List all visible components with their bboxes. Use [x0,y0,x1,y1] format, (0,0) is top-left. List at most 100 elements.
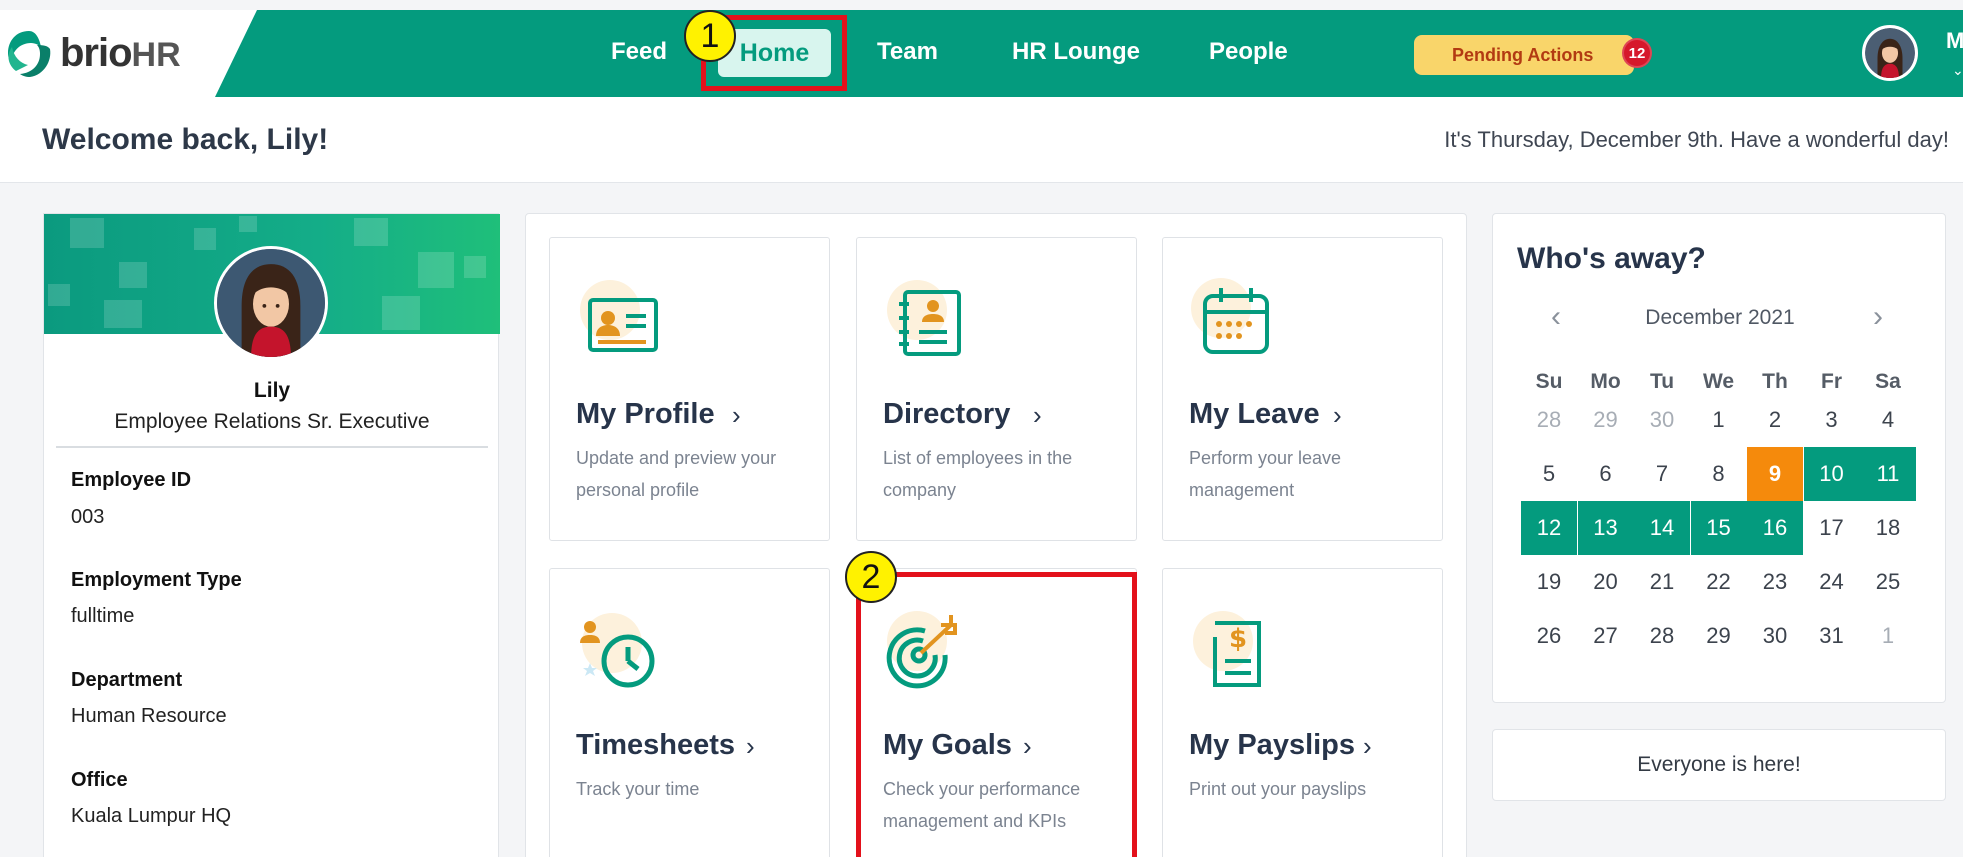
logo-wordmark: brioHR [60,31,181,76]
calendar-icon [1191,278,1269,354]
profile-role: Employee Relations Sr. Executive [114,410,430,433]
calendar-day[interactable]: 1 [1860,609,1916,663]
whos-away-card: Who's away? ‹ December 2021 › Su Mo Tu We Th… [1492,213,1946,703]
employment-type-value: fulltime [71,605,135,627]
profile-name: Lily [253,379,291,402]
calendar-day-away[interactable]: 13 [1577,501,1634,555]
calendar-day[interactable]: 25 [1860,555,1916,609]
welcome-bar: Welcome back, Lily! It's Thursday, Decem… [0,97,1963,183]
calendar-day[interactable]: 8 [1691,447,1747,501]
top-navigation-bar: brioHR Feed Home Team HR Lounge People P… [0,10,1963,97]
user-menu-initial[interactable]: M [1946,28,1963,54]
employee-id-value: 003 [71,506,105,528]
employee-id-label: Employee ID [71,469,192,491]
brio-hr-logo[interactable]: brioHR [0,10,260,97]
pending-actions-button[interactable]: Pending Actions [1414,35,1634,75]
step-marker-2: 2 [845,551,897,603]
chevron-right-icon: › [732,400,741,430]
profile-avatar[interactable] [214,246,328,360]
logo-brand-text: brio [60,31,133,75]
tile-timesheets-title: Timesheets [576,729,736,761]
department-value: Human Resource [71,705,227,727]
chevron-right-icon: › [1033,400,1042,430]
calendar-day[interactable]: 5 [1521,447,1577,501]
calendar-day-away[interactable]: 15 [1690,501,1747,555]
chevron-right-icon: › [746,731,755,761]
tile-directory-desc: List of employees in the company [883,448,1073,500]
weekday-header: We [1702,370,1735,393]
weekday-header: Mo [1590,370,1621,393]
calendar-day-away[interactable]: 14 [1634,501,1690,555]
calendar-day[interactable]: 30 [1747,609,1803,663]
tile-my-profile-desc: Update and preview your personal profile [576,448,777,500]
whos-away-title: Who's away? [1517,242,1706,275]
office-value: Kuala Lumpur HQ [71,805,232,827]
tile-directory[interactable]: Directory › List of employees in the com… [856,237,1137,541]
clock-icon [580,613,655,688]
calendar-day-away[interactable]: 12 [1521,501,1577,555]
user-avatar[interactable] [1862,25,1918,81]
tile-my-payslips-desc: Print out your payslips [1189,779,1367,799]
office-label: Office [71,769,128,791]
calendar-day[interactable]: 7 [1634,447,1690,501]
calendar-day[interactable]: 22 [1691,555,1747,609]
weekday-header: Sa [1875,370,1901,393]
nav-people[interactable]: People [1209,38,1288,66]
profile-divider [56,446,488,448]
weekday-header: Fr [1821,370,1842,393]
calendar-day[interactable]: 26 [1521,609,1577,663]
profile-card-icon [580,280,658,352]
nav-feed[interactable]: Feed [611,38,667,66]
calendar-day[interactable]: 2 [1747,393,1803,447]
calendar-day[interactable]: 30 [1634,393,1690,447]
calendar-day-away[interactable]: 10 [1803,447,1860,501]
tile-my-leave[interactable]: My Leave › Perform your leave management [1162,237,1443,541]
calendar-day[interactable]: 20 [1578,555,1634,609]
svg-text:$: $ [1229,624,1247,654]
everyone-here-message: Everyone is here! [1492,729,1946,801]
calendar-day[interactable]: 1 [1691,393,1747,447]
tile-timesheets[interactable]: Timesheets › Track your time [549,568,830,857]
tile-my-leave-desc: Perform your leave management [1189,448,1342,500]
logo-swirl-icon [8,30,51,77]
directory-book-icon [887,280,961,356]
tile-my-payslips-title: My Payslips [1189,729,1356,761]
calendar-day[interactable]: 6 [1578,447,1634,501]
payslip-icon: $ [1193,611,1261,687]
calendar-day-today[interactable]: 9 [1747,447,1803,501]
tile-my-leave-title: My Leave [1189,398,1320,430]
calendar-day[interactable]: 29 [1691,609,1747,663]
weekday-header: Su [1535,370,1563,393]
tile-my-profile[interactable]: My Profile › Update and preview your per… [549,237,830,541]
calendar-day[interactable]: 29 [1578,393,1634,447]
calendar-day[interactable]: 27 [1578,609,1634,663]
user-avatar-icon [1865,28,1915,78]
calendar-day-away[interactable]: 11 [1860,447,1916,501]
calendar-day[interactable]: 21 [1634,555,1690,609]
employment-type-label: Employment Type [71,569,242,591]
calendar-day[interactable]: 17 [1804,501,1860,555]
welcome-date-text: It's Thursday, December 9th. Have a wond… [1444,127,1949,152]
weekday-header: Tu [1649,370,1675,393]
calendar-day[interactable]: 4 [1860,393,1916,447]
calendar-day[interactable]: 23 [1747,555,1803,609]
tile-my-payslips[interactable]: $ My Payslips › Print out your payslips [1162,568,1443,857]
calendar-day-away[interactable]: 16 [1747,501,1803,555]
calendar-day[interactable]: 18 [1860,501,1916,555]
chevron-down-icon[interactable]: ⌄ [1952,62,1963,79]
calendar-day[interactable]: 3 [1804,393,1860,447]
calendar-day[interactable]: 31 [1804,609,1860,663]
calendar-day[interactable]: 24 [1804,555,1860,609]
pending-count-badge: 12 [1622,38,1652,68]
nav-hr-lounge[interactable]: HR Lounge [1012,38,1140,66]
highlight-box-my-goals [856,572,1137,857]
calendar-day[interactable]: 28 [1634,609,1690,663]
calendar-day[interactable]: 28 [1521,393,1577,447]
tile-directory-title: Directory [883,398,1011,430]
nav-team[interactable]: Team [877,38,938,66]
chevron-right-icon[interactable]: › [1873,300,1883,334]
weekday-header: Th [1762,370,1788,393]
profile-card: Lily Employee Relations Sr. Executive Em… [43,213,500,857]
chevron-right-icon: › [1333,400,1342,430]
calendar-day[interactable]: 19 [1521,555,1577,609]
